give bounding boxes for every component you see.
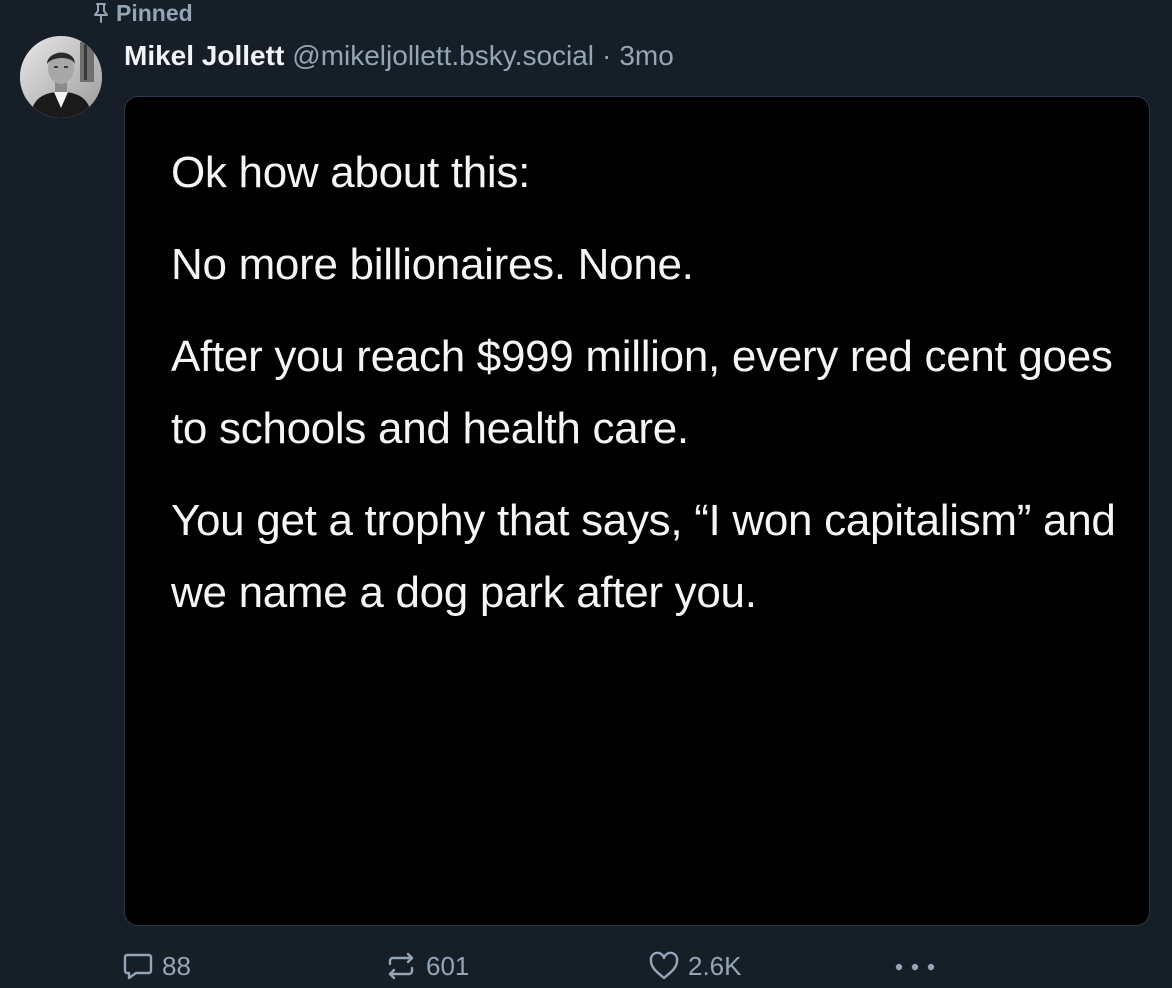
pinned-indicator: Pinned: [92, 0, 193, 26]
repost-count: 601: [426, 950, 470, 981]
image-text-line: After you reach $999 million, every red …: [171, 332, 1113, 453]
image-text-line: You get a trophy that says, “I won capit…: [171, 496, 1116, 617]
separator-dot: ·: [602, 40, 612, 71]
post-actions: 88 601 2.6K: [0, 946, 1172, 986]
more-options-button[interactable]: [890, 946, 940, 986]
author-handle[interactable]: @mikeljollett.bsky.social: [292, 40, 594, 72]
image-text-line: No more billionaires. None.: [171, 240, 694, 289]
image-text: Ok how about this: No more billionaires.…: [171, 137, 1141, 649]
heart-icon: [648, 951, 680, 981]
pin-icon: [92, 2, 110, 24]
image-text-line: Ok how about this:: [171, 148, 531, 197]
embedded-image[interactable]: Ok how about this: No more billionaires.…: [124, 96, 1150, 926]
more-horizontal-icon: [890, 951, 940, 981]
reply-button[interactable]: 88: [122, 946, 191, 986]
post[interactable]: Pinned Mikel Jollett @mikeljollett.bsky.…: [0, 0, 1172, 988]
avatar[interactable]: [20, 36, 102, 118]
repost-icon: [384, 951, 418, 981]
like-count: 2.6K: [688, 950, 742, 981]
author-name[interactable]: Mikel Jollett: [124, 40, 284, 72]
like-button[interactable]: 2.6K: [648, 946, 742, 986]
reply-bubble-icon: [122, 951, 154, 981]
post-timestamp[interactable]: 3mo: [619, 40, 673, 72]
pinned-label: Pinned: [116, 0, 193, 26]
reply-count: 88: [162, 950, 191, 981]
post-header: Mikel Jollett @mikeljollett.bsky.social …: [124, 38, 674, 74]
repost-button[interactable]: 601: [384, 946, 469, 986]
